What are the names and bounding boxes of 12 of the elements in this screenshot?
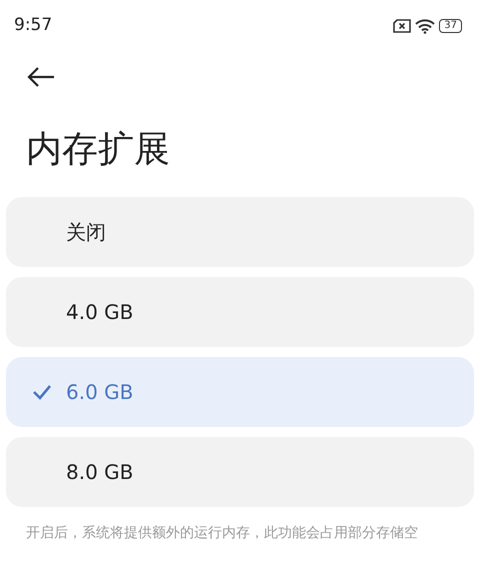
page-title: 内存扩展 — [25, 128, 171, 172]
memory-option[interactable]: 8.0 GB — [6, 437, 474, 508]
memory-option[interactable]: 4.0 GB — [6, 277, 474, 348]
memory-option[interactable]: 关闭 — [6, 197, 474, 268]
battery-level: 37 — [439, 19, 462, 33]
status-time: 9:57 — [14, 14, 52, 38]
wifi-icon — [415, 18, 436, 34]
sim-card-icon — [393, 19, 412, 33]
description-text: 开启后，系统将提供额外的运行内存，此功能会占用部分存储空 — [25, 524, 419, 544]
checkmark-icon — [32, 384, 52, 400]
back-icon[interactable] — [26, 66, 56, 88]
memory-option[interactable]: 6.0 GB — [6, 357, 474, 428]
